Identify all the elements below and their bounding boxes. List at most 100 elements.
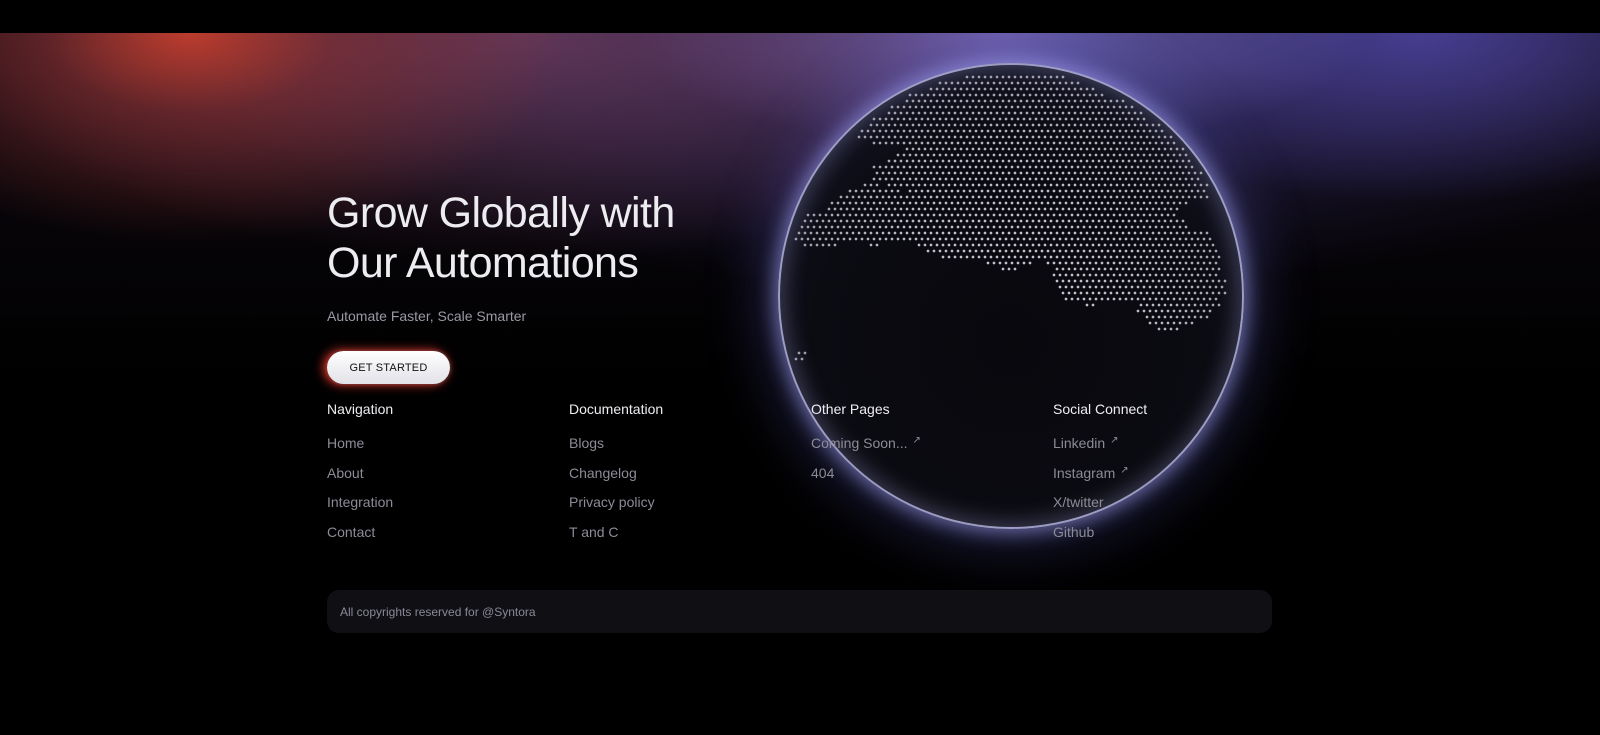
globe-dot <box>1118 273 1122 277</box>
globe-dot <box>1046 93 1050 97</box>
globe-dot <box>953 147 957 151</box>
get-started-button[interactable]: GET STARTED <box>327 351 450 384</box>
globe-dot <box>959 171 963 175</box>
globe-dot <box>902 177 906 181</box>
globe-dot <box>1199 267 1203 271</box>
globe-dot <box>1142 261 1146 265</box>
globe-dot <box>1148 201 1152 205</box>
globe-dot <box>905 195 909 199</box>
globe-dot <box>974 177 978 181</box>
globe-dot <box>1043 171 1047 175</box>
globe-dot <box>1121 207 1125 211</box>
globe-dot <box>1031 243 1035 247</box>
globe-dot <box>1163 207 1167 211</box>
globe-dot <box>926 249 930 253</box>
globe-dot <box>1031 87 1035 91</box>
globe-dot <box>1127 279 1131 283</box>
globe-dot <box>1037 207 1041 211</box>
globe-dot <box>950 177 954 181</box>
globe-dot <box>1124 249 1128 253</box>
footer-link-about[interactable]: About <box>327 463 547 493</box>
globe-dot <box>881 171 885 175</box>
globe-dot <box>989 99 993 103</box>
globe-dot <box>980 201 984 205</box>
globe-dot <box>953 135 957 139</box>
globe-dot <box>953 255 957 259</box>
globe-dot <box>1010 189 1014 193</box>
globe-dot <box>1040 81 1044 85</box>
globe-dot <box>1184 225 1188 229</box>
globe-dot <box>1067 255 1071 259</box>
globe-dot <box>1223 291 1227 295</box>
globe-dot <box>1022 165 1026 169</box>
globe-dot <box>1118 117 1122 121</box>
footer-link-github[interactable]: Github <box>1053 522 1273 552</box>
globe-dot <box>893 111 897 115</box>
footer-link-integration[interactable]: Integration <box>327 492 547 522</box>
globe-dot <box>1127 231 1131 235</box>
globe-dot <box>1022 225 1026 229</box>
globe-dot <box>1091 255 1095 259</box>
globe-dot <box>968 141 972 145</box>
globe-dot <box>1007 231 1011 235</box>
globe-dot <box>1127 219 1131 223</box>
globe-dot <box>1028 249 1032 253</box>
footer-link-contact[interactable]: Contact <box>327 522 547 552</box>
globe-dot <box>863 135 867 139</box>
globe-dot <box>1031 99 1035 103</box>
globe-dot <box>920 201 924 205</box>
globe-dot <box>1154 321 1158 325</box>
globe-dot <box>983 75 987 79</box>
globe-dot <box>806 237 810 241</box>
globe-dot <box>812 213 816 217</box>
globe-dot <box>902 213 906 217</box>
globe-dot <box>1208 297 1212 301</box>
footer-link-x-twitter[interactable]: X/twitter <box>1053 492 1273 522</box>
globe-dot <box>1157 147 1161 151</box>
globe-dot <box>1109 111 1113 115</box>
globe-dot <box>1031 219 1035 223</box>
footer-link-terms[interactable]: T and C <box>569 522 789 552</box>
globe-dot <box>1052 153 1056 157</box>
globe-dot <box>980 153 984 157</box>
globe-dot <box>953 159 957 163</box>
globe-dot <box>1163 303 1167 307</box>
globe-dot <box>1070 141 1074 145</box>
globe-dot <box>896 153 900 157</box>
globe-dot <box>1109 123 1113 127</box>
globe-dot <box>926 237 930 241</box>
footer-link-home[interactable]: Home <box>327 433 547 463</box>
globe-dot <box>1076 105 1080 109</box>
globe-dot <box>1088 117 1092 121</box>
globe-dot <box>989 243 993 247</box>
footer-link-coming-soon[interactable]: Coming Soon... ↗ <box>811 433 1031 463</box>
globe-dot <box>884 177 888 181</box>
globe-dot <box>965 99 969 103</box>
globe-dot <box>1058 249 1062 253</box>
footer-link-changelog[interactable]: Changelog <box>569 463 789 493</box>
footer-link-404[interactable]: 404 <box>811 463 1031 493</box>
footer-link-linkedin[interactable]: Linkedin ↗ <box>1053 433 1273 463</box>
globe-dot <box>1022 213 1026 217</box>
footer-link-instagram[interactable]: Instagram ↗ <box>1053 463 1273 493</box>
globe-dot <box>1097 267 1101 271</box>
globe-dot <box>959 87 963 91</box>
globe-dot <box>1076 201 1080 205</box>
globe-dot <box>1175 219 1179 223</box>
globe-dot <box>1145 195 1149 199</box>
globe-dot <box>938 105 942 109</box>
globe-dot <box>1073 183 1077 187</box>
globe-dot <box>926 225 930 229</box>
globe-dot <box>989 207 993 211</box>
globe-dot <box>986 165 990 169</box>
globe-dot <box>941 183 945 187</box>
footer-link-blogs[interactable]: Blogs <box>569 433 789 463</box>
globe-dot <box>1007 207 1011 211</box>
globe-dot <box>923 99 927 103</box>
globe-dot <box>1079 207 1083 211</box>
globe-dot <box>950 249 954 253</box>
globe-dot <box>1115 183 1119 187</box>
globe-dot <box>1199 255 1203 259</box>
globe-dot <box>1001 207 1005 211</box>
footer-link-privacy-policy[interactable]: Privacy policy <box>569 492 789 522</box>
